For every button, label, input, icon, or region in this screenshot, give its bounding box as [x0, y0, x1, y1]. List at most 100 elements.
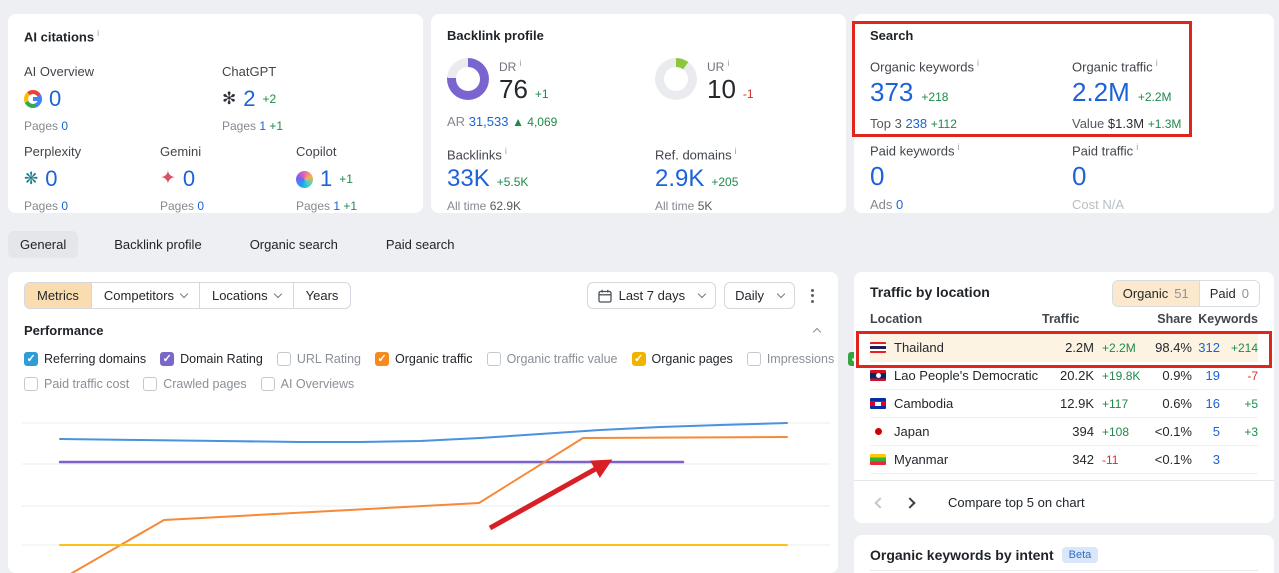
table-row-myanmar[interactable]: Myanmar 342 -11 <0.1% 3 — [870, 446, 1258, 474]
keywords-by-intent-card: Organic keywords by intent Beta — [854, 535, 1274, 573]
chevron-down-icon — [179, 289, 189, 299]
ai-item-gemini: Gemini ✦ 0 Pages 0 — [160, 144, 205, 213]
backlinks-block: Backlinks 33K+5.5K All time 62.9K — [447, 146, 528, 213]
compare-top5-link[interactable]: Compare top 5 on chart — [948, 495, 1085, 510]
ai-citations-card: AI citations AI Overview 0 Pages 0 ChatG… — [8, 14, 423, 213]
table-row-laos[interactable]: Lao People's Democratic Reput 20.2K +19.… — [870, 362, 1258, 390]
calendar-icon — [597, 289, 612, 303]
copilot-icon — [296, 170, 313, 188]
organic-keywords-block: Organic keywords 373+218 Top 3 238 +112 — [870, 58, 979, 131]
chevron-down-icon — [273, 289, 282, 299]
prev-page-button[interactable] — [870, 489, 890, 516]
dr-donut — [447, 58, 489, 100]
section-tabs: General Backlink profile Organic search … — [8, 231, 467, 258]
chevron-down-icon — [776, 289, 786, 299]
tab-organic-search[interactable]: Organic search — [238, 231, 350, 258]
chart-mode-segmented-control: Metrics Competitors Locations Years — [24, 282, 352, 309]
gemini-icon: ✦ — [160, 168, 176, 189]
metric-checkbox-list: Referring domains Domain Rating URL Rati… — [24, 346, 927, 396]
info-icon[interactable] — [97, 28, 99, 38]
info-icon[interactable] — [958, 142, 960, 152]
metric-impressions[interactable]: Impressions — [746, 351, 834, 366]
traffic-type-toggle: Organic 51 Paid 0 — [1111, 280, 1260, 307]
chevron-down-icon — [697, 289, 707, 299]
info-icon[interactable] — [1136, 142, 1138, 152]
table-row-thailand[interactable]: Thailand 2.2M +2.2M 98.4% 312 +214 — [870, 334, 1258, 362]
info-icon[interactable] — [505, 146, 507, 156]
paid-keywords-block: Paid keywords 0 Ads 0 — [870, 142, 960, 212]
organic-traffic-block: Organic traffic 2.2M+2.2M Value $1.3M +1… — [1072, 58, 1181, 131]
granularity-button[interactable]: Daily — [724, 282, 795, 309]
thailand-flag-icon — [870, 342, 886, 353]
checkbox — [746, 351, 761, 366]
checkbox — [486, 351, 501, 366]
checkbox — [276, 351, 291, 366]
checkbox — [631, 351, 646, 366]
ai-item-ai-overview: AI Overview 0 Pages 0 — [24, 64, 95, 133]
metric-organic-traffic-value[interactable]: Organic traffic value — [486, 351, 618, 366]
info-icon[interactable] — [727, 58, 729, 68]
chatgpt-icon: ✻ — [222, 89, 237, 108]
segment-years[interactable]: Years — [292, 283, 351, 308]
ai-item-perplexity: Perplexity ❋ 0 Pages 0 — [24, 144, 82, 213]
ref-domains-block: Ref. domains 2.9K+205 All time 5K — [655, 146, 738, 213]
collapse-chevron-icon[interactable] — [812, 327, 822, 337]
date-range-button[interactable]: Last 7 days — [586, 282, 717, 309]
traffic-table: Location Traffic Share Keywords Thailand… — [870, 312, 1258, 474]
chevron-left-icon — [874, 496, 886, 509]
toggle-organic[interactable]: Organic 51 — [1112, 281, 1199, 306]
keywords-by-intent-title: Organic keywords by intent — [870, 547, 1054, 563]
tab-general[interactable]: General — [8, 231, 79, 258]
metric-crawled-pages[interactable]: Crawled pages — [143, 376, 247, 391]
keywords-by-intent-title-row: Organic keywords by intent Beta — [870, 547, 1099, 563]
toggle-paid[interactable]: Paid 0 — [1198, 281, 1259, 306]
tab-backlink-profile[interactable]: Backlink profile — [102, 231, 213, 258]
performance-heading: Performance — [24, 323, 104, 338]
beta-badge: Beta — [1061, 547, 1099, 563]
info-icon[interactable] — [977, 58, 979, 68]
info-icon[interactable] — [1156, 58, 1158, 68]
traffic-table-footer: Compare top 5 on chart — [854, 480, 1274, 523]
table-row-cambodia[interactable]: Cambodia 12.9K +117 0.6% 16 +5 — [870, 390, 1258, 418]
chevron-right-icon — [904, 496, 916, 509]
metric-domain-rating[interactable]: Domain Rating — [160, 351, 263, 366]
traffic-by-location-title: Traffic by location — [870, 284, 990, 300]
checkbox — [260, 376, 275, 391]
checkbox — [160, 351, 175, 366]
next-page-button[interactable] — [900, 489, 920, 516]
checkbox — [374, 351, 389, 366]
backlink-profile-card: Backlink profile DR 76+1 AR 31,533 ▲ 4,0… — [431, 14, 846, 213]
url-rating-block: UR 10-1 — [655, 58, 754, 105]
more-options-icon[interactable] — [803, 283, 822, 309]
tab-paid-search[interactable]: Paid search — [374, 231, 467, 258]
metric-organic-pages[interactable]: Organic pages — [631, 351, 733, 366]
ai-item-chatgpt: ChatGPT ✻ 2 +2 Pages 1 +1 — [222, 64, 284, 133]
performance-chart — [22, 422, 830, 573]
backlink-profile-title: Backlink profile — [447, 28, 544, 43]
segment-competitors[interactable]: Competitors — [90, 283, 199, 308]
checkbox — [24, 376, 38, 391]
cambodia-flag-icon — [870, 398, 886, 409]
search-card: Search Organic keywords 373+218 Top 3 23… — [854, 14, 1274, 213]
traffic-table-header: Location Traffic Share Keywords — [870, 312, 1258, 334]
chart-date-controls: Last 7 days Daily — [586, 282, 822, 309]
checkbox — [24, 351, 38, 366]
divider — [870, 570, 1258, 571]
paid-traffic-block: Paid traffic 0 Cost N/A — [1072, 142, 1138, 212]
metric-url-rating[interactable]: URL Rating — [276, 351, 361, 366]
table-row-japan[interactable]: Japan 394 +108 <0.1% 5 +3 — [870, 418, 1258, 446]
metric-organic-traffic[interactable]: Organic traffic — [374, 351, 473, 366]
metric-referring-domains[interactable]: Referring domains — [24, 351, 146, 366]
ai-citations-title: AI citations — [24, 28, 99, 44]
info-icon[interactable] — [735, 146, 737, 156]
segment-locations[interactable]: Locations — [198, 283, 293, 308]
performance-card: Metrics Competitors Locations Years Last… — [8, 272, 927, 573]
metric-ai-overviews[interactable]: AI Overviews — [260, 376, 354, 391]
checkbox — [143, 376, 158, 391]
segment-metrics[interactable]: Metrics — [25, 283, 91, 308]
search-title: Search — [870, 28, 914, 43]
domain-rating-block: DR 76+1 — [447, 58, 549, 105]
info-icon[interactable] — [519, 58, 521, 68]
ahrefs-rank-line: AR 31,533 ▲ 4,069 — [447, 114, 558, 129]
metric-paid-traffic-cost[interactable]: Paid traffic cost — [24, 376, 129, 391]
